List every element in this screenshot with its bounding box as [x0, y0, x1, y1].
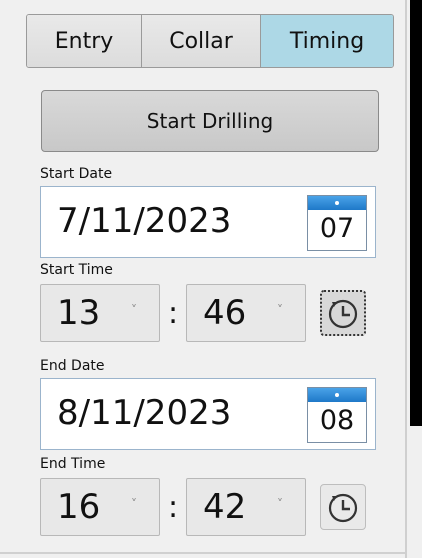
end-hour-value: 16: [57, 487, 101, 527]
start-drilling-button[interactable]: Start Drilling: [41, 90, 379, 152]
end-calendar-day: 08: [319, 405, 355, 436]
scroll-track[interactable]: [410, 0, 422, 426]
end-date-value: 8/11/2023: [57, 393, 232, 433]
chevron-down-icon: ˅: [277, 497, 283, 511]
calendar-icon[interactable]: 08: [307, 387, 367, 443]
chevron-down-icon: ˅: [131, 303, 137, 317]
start-time-clock-button[interactable]: [320, 290, 366, 336]
calendar-header: [308, 388, 366, 402]
tab-entry[interactable]: Entry: [27, 15, 142, 67]
start-hour-select[interactable]: 13 ˅: [40, 284, 160, 342]
calendar-icon[interactable]: 07: [307, 195, 367, 251]
start-minute-select[interactable]: 46 ˅: [186, 284, 306, 342]
start-date-value: 7/11/2023: [57, 201, 232, 241]
end-time-separator: :: [168, 490, 179, 525]
end-date-field[interactable]: 8/11/2023 08: [40, 378, 376, 450]
clock-icon: [328, 299, 358, 329]
calendar-header: [308, 196, 366, 210]
end-time-clock-button[interactable]: [320, 484, 366, 530]
start-minute-value: 46: [203, 293, 247, 333]
end-hour-select[interactable]: 16 ˅: [40, 478, 160, 536]
clock-icon: [328, 493, 358, 523]
tab-timing[interactable]: Timing: [261, 15, 393, 67]
end-minute-value: 42: [203, 487, 247, 527]
chevron-down-icon: ˅: [131, 497, 137, 511]
end-date-label: End Date: [40, 358, 105, 374]
start-time-label: Start Time: [40, 262, 113, 278]
chevron-down-icon: ˅: [277, 303, 283, 317]
panel-divider: [405, 0, 407, 558]
tab-collar[interactable]: Collar: [142, 15, 261, 67]
tab-bar: Entry Collar Timing: [26, 14, 394, 68]
start-date-label: Start Date: [40, 166, 113, 182]
start-time-separator: :: [168, 296, 179, 331]
panel-bottom-border: [0, 552, 405, 554]
start-date-field[interactable]: 7/11/2023 07: [40, 186, 376, 258]
start-calendar-day: 07: [319, 213, 355, 244]
start-hour-value: 13: [57, 293, 101, 333]
end-time-label: End Time: [40, 456, 106, 472]
end-minute-select[interactable]: 42 ˅: [186, 478, 306, 536]
